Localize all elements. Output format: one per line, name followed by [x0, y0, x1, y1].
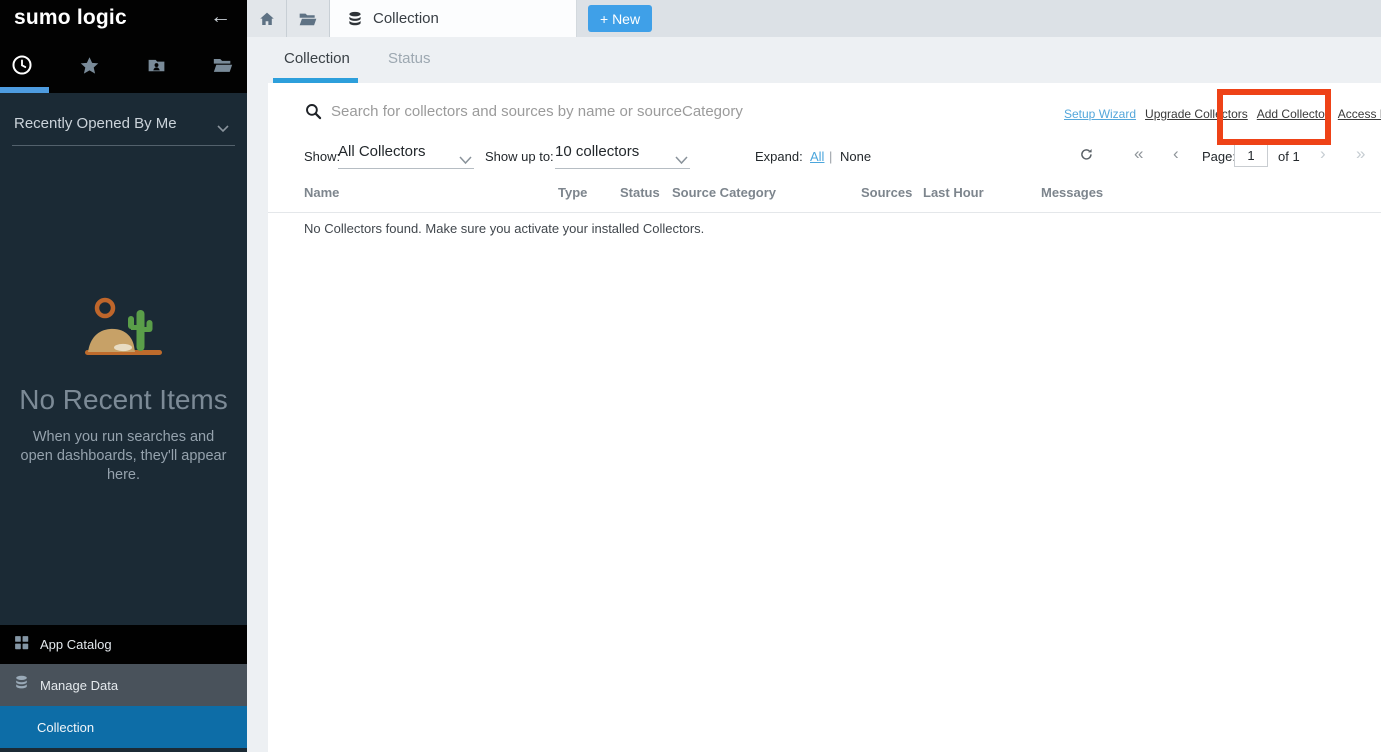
show-filter-select[interactable]: All Collectors [338, 143, 474, 169]
setup-wizard-link[interactable]: Setup Wizard [1064, 107, 1136, 121]
chevron-down-icon [459, 152, 472, 170]
refresh-icon[interactable] [1078, 146, 1095, 168]
no-recent-items-title: No Recent Items [0, 384, 247, 416]
page-body: Collection Status Setup Wizard Upgrade C… [247, 37, 1381, 752]
search-input[interactable] [331, 98, 991, 124]
no-collectors-message: No Collectors found. Make sure you activ… [304, 221, 704, 236]
sidebar-item-collection[interactable]: Collection [0, 706, 247, 748]
page-number-input[interactable] [1234, 144, 1268, 167]
column-header-sources[interactable]: Sources [861, 185, 923, 200]
page-size-value: 10 collectors [555, 143, 639, 160]
no-recent-items-caption: When you run searches and open dashboard… [16, 428, 232, 485]
app-grid-icon [13, 634, 30, 656]
sidebar: sumo logic ← Recently Opened By Me [0, 0, 247, 752]
new-tab-button[interactable]: + New [588, 5, 652, 32]
page-label: Page: [1202, 149, 1236, 164]
tab-library[interactable] [287, 0, 330, 37]
column-header-source-category[interactable]: Source Category [672, 185, 861, 200]
subtab-status[interactable]: Status [388, 50, 431, 67]
expand-label: Expand: [755, 149, 803, 164]
column-header-messages[interactable]: Messages [1041, 185, 1381, 200]
chevron-down-icon [675, 152, 688, 170]
page-size-select[interactable]: 10 collectors [555, 143, 690, 169]
sidebar-bottom-menu: App Catalog Manage Data Collection [0, 625, 247, 748]
app-window: sumo logic ← Recently Opened By Me [0, 0, 1381, 752]
list-controls: Show: All Collectors Show up to: 10 coll… [268, 141, 1381, 175]
subtab-bar: Collection Status [247, 37, 1381, 83]
tab-home[interactable] [247, 0, 287, 37]
recently-opened-label: Recently Opened By Me [14, 115, 177, 132]
collectors-table-header: Name Type Status Source Category Sources… [268, 185, 1381, 213]
main-area: Collection + New Collection Status Setup… [247, 0, 1381, 752]
column-header-status[interactable]: Status [620, 185, 672, 200]
page-count-label: of 1 [1278, 149, 1300, 164]
subtab-collection[interactable]: Collection [284, 50, 350, 67]
expand-none-link[interactable]: None [840, 149, 871, 164]
sidebar-item-label: App Catalog [40, 637, 112, 652]
favorites-star-icon[interactable] [78, 54, 100, 76]
sidebar-empty-state: No Recent Items When you run searches an… [0, 280, 247, 485]
desert-cactus-illustration [84, 294, 164, 356]
chevron-down-icon [217, 120, 229, 138]
sidebar-item-manage-data[interactable]: Manage Data [0, 664, 247, 706]
search-icon [304, 102, 323, 126]
shared-folder-icon[interactable] [212, 54, 234, 76]
sidebar-item-app-catalog[interactable]: App Catalog [0, 625, 247, 664]
column-header-type[interactable]: Type [558, 185, 620, 200]
access-keys-link[interactable]: Access Keys [1338, 107, 1381, 121]
show-up-to-label: Show up to: [485, 149, 554, 164]
first-page-icon[interactable]: « [1134, 144, 1143, 164]
next-page-icon[interactable]: › [1320, 144, 1326, 164]
sidebar-header: sumo logic ← [0, 0, 247, 93]
home-icon [258, 10, 276, 28]
column-header-last-hour[interactable]: Last Hour [923, 185, 1041, 200]
prev-page-icon[interactable]: ‹ [1173, 144, 1179, 164]
recently-opened-dropdown[interactable]: Recently Opened By Me [12, 93, 235, 146]
personal-folder-icon[interactable] [145, 54, 167, 76]
database-icon [346, 10, 364, 28]
sidebar-item-label: Collection [37, 720, 94, 735]
sumo-logic-logo: sumo logic [14, 6, 127, 30]
expand-all-link[interactable]: All [810, 149, 824, 164]
database-icon [13, 674, 30, 696]
show-label: Show: [304, 149, 340, 164]
show-filter-value: All Collectors [338, 143, 426, 160]
upgrade-collectors-link[interactable]: Upgrade Collectors [1145, 107, 1248, 121]
tab-label: Collection [373, 10, 439, 27]
collection-panel: Setup Wizard Upgrade Collectors Add Coll… [268, 83, 1381, 752]
recents-clock-icon[interactable] [11, 54, 33, 76]
collapse-sidebar-arrow-icon[interactable]: ← [210, 5, 231, 29]
last-page-icon[interactable]: » [1356, 144, 1365, 164]
column-header-name[interactable]: Name [304, 185, 558, 200]
top-tab-bar: Collection + New [247, 0, 1381, 37]
separator: | [829, 149, 832, 164]
action-links: Setup Wizard Upgrade Collectors Add Coll… [1064, 107, 1381, 121]
add-collector-link[interactable]: Add Collector [1257, 107, 1329, 121]
tab-collection-active[interactable]: Collection [330, 0, 577, 37]
sidebar-icon-nav [0, 46, 247, 86]
sidebar-item-label: Manage Data [40, 678, 118, 693]
open-folder-icon [298, 9, 318, 29]
